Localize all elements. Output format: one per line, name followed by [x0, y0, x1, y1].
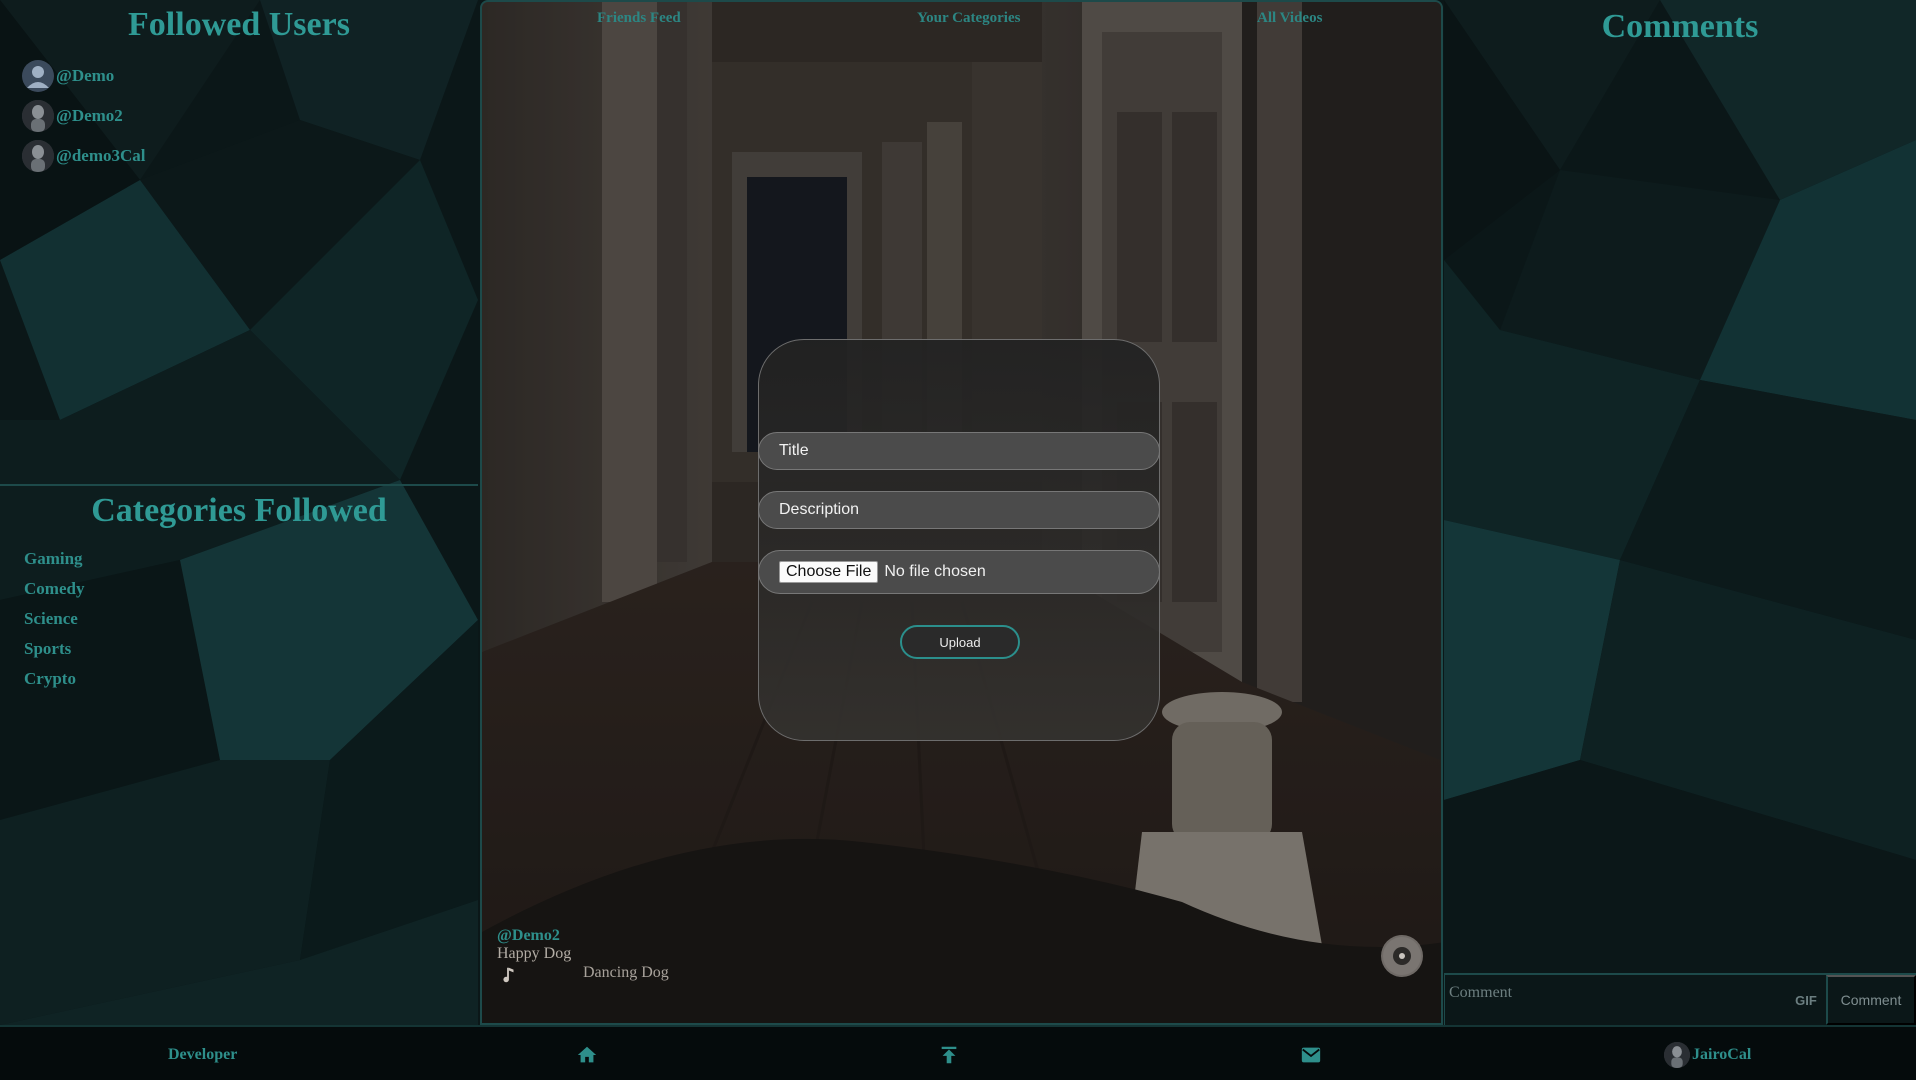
title-field[interactable] — [758, 432, 1160, 470]
file-picker[interactable]: Choose File No file chosen — [758, 550, 1160, 594]
left-panel: Followed Users @Demo @Demo2 @demo3Cal Ca… — [0, 0, 478, 1025]
choose-file-button[interactable]: Choose File — [779, 561, 879, 583]
gif-button[interactable]: GIF — [1786, 975, 1826, 1025]
comments-title: Comments — [1601, 8, 1759, 45]
comment-submit-button[interactable]: Comment — [1826, 975, 1916, 1025]
followed-user-item[interactable]: @Demo2 — [22, 96, 145, 136]
category-item[interactable]: Crypto — [24, 664, 84, 694]
profile-username: JairoCal — [1692, 1045, 1752, 1063]
video-music: Dancing Dog — [497, 964, 669, 987]
profile-button[interactable]: JairoCal — [1664, 1027, 1751, 1080]
followed-user-handle: @Demo — [56, 66, 115, 85]
category-item[interactable]: Sports — [24, 634, 84, 664]
user-photo-icon — [1664, 1041, 1690, 1068]
upload-modal: Choose File No file chosen Upload — [758, 339, 1160, 741]
feed-tabs: Friends Feed Your Categories All Videos — [482, 10, 1441, 34]
category-item[interactable]: Gaming — [24, 544, 84, 574]
categories-title: Categories Followed — [91, 492, 387, 529]
home-icon — [577, 1046, 597, 1062]
followed-user-handle: @Demo2 — [56, 106, 123, 125]
category-list: Gaming Comedy Science Sports Crypto — [24, 544, 84, 694]
followed-user-item[interactable]: @demo3Cal — [22, 136, 145, 176]
category-item[interactable]: Science — [24, 604, 84, 634]
music-note-icon — [503, 967, 514, 983]
upload-icon — [941, 1046, 957, 1063]
category-item[interactable]: Comedy — [24, 574, 84, 604]
default-user-icon — [22, 60, 54, 92]
user-photo-icon — [22, 100, 54, 132]
file-status: No file chosen — [884, 563, 986, 580]
video-info: @Demo2 Happy Dog Dancing Dog — [497, 927, 669, 987]
developer-link[interactable]: Developer — [168, 1027, 237, 1080]
description-input[interactable] — [779, 501, 1139, 519]
mail-icon — [1301, 1047, 1321, 1062]
tab-all-videos[interactable]: All Videos — [1257, 10, 1322, 27]
followed-user-handle: @demo3Cal — [56, 146, 146, 165]
followed-users-section: Followed Users @Demo @Demo2 @demo3Cal — [0, 0, 478, 486]
upload-nav-button[interactable] — [938, 1027, 960, 1080]
tab-friends-feed[interactable]: Friends Feed — [597, 10, 681, 27]
video-title: Happy Dog — [497, 945, 572, 962]
bottom-nav: Developer JairoCal — [0, 1025, 1916, 1080]
followed-user-list: @Demo @Demo2 @demo3Cal — [22, 56, 145, 176]
followed-user-item[interactable]: @Demo — [22, 56, 145, 96]
vinyl-disc-icon[interactable] — [1381, 935, 1423, 977]
user-photo-icon — [22, 140, 54, 172]
comment-input[interactable] — [1445, 975, 1786, 1005]
video-author[interactable]: @Demo2 — [497, 927, 669, 945]
title-input[interactable] — [779, 442, 1139, 460]
home-button[interactable] — [576, 1027, 598, 1080]
developer-label: Developer — [168, 1045, 238, 1063]
followed-users-title: Followed Users — [128, 6, 350, 43]
messages-button[interactable] — [1300, 1027, 1322, 1080]
categories-section: Categories Followed Gaming Comedy Scienc… — [0, 488, 478, 1025]
description-field[interactable] — [758, 491, 1160, 529]
song-title: Dancing Dog — [583, 964, 669, 981]
upload-button[interactable]: Upload — [900, 625, 1020, 659]
comment-bar: GIF Comment — [1444, 973, 1916, 1025]
tab-your-categories[interactable]: Your Categories — [917, 10, 1020, 27]
comments-panel: Comments GIF Comment — [1444, 0, 1916, 1025]
